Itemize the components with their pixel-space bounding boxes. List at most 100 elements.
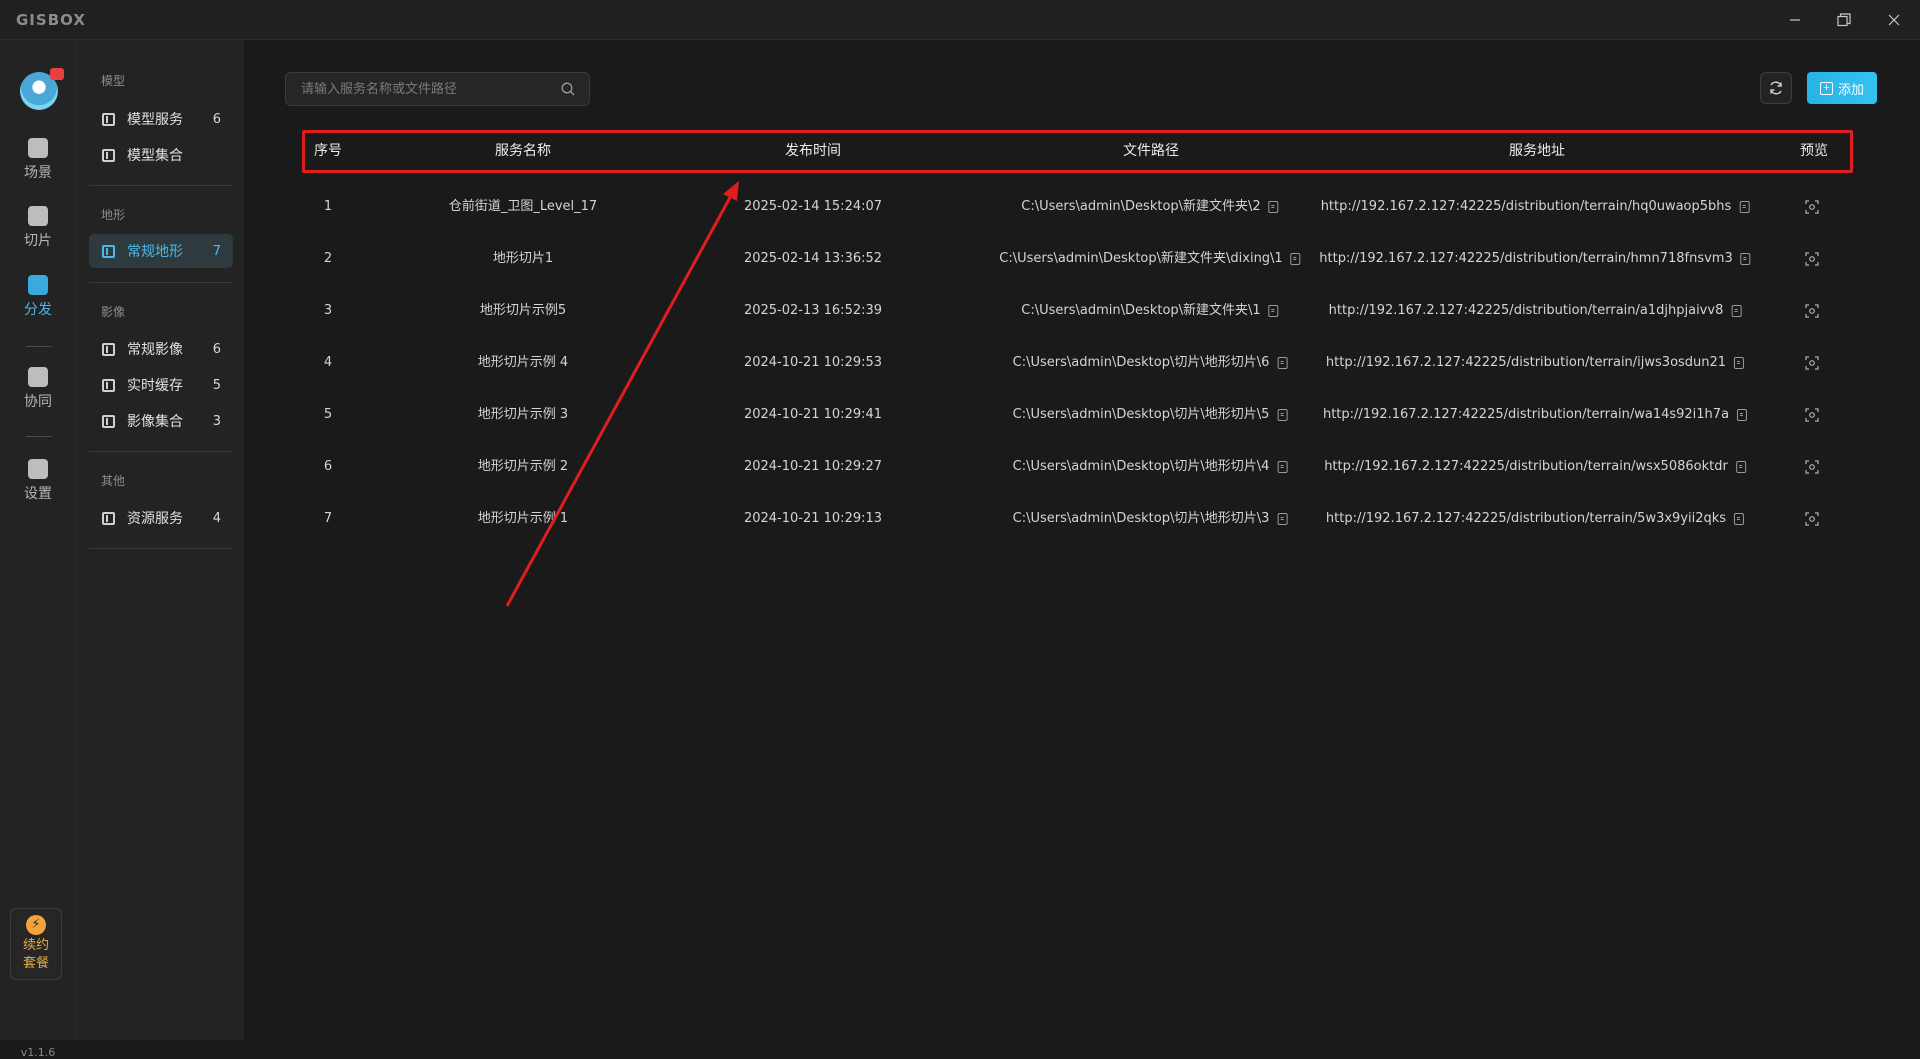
- renew-label-line1: 续约: [22, 938, 49, 953]
- cell-preview: [1805, 181, 1819, 233]
- distribute-icon: [28, 275, 48, 295]
- close-icon: [1888, 14, 1900, 26]
- model-collection-icon: [102, 148, 115, 162]
- url-text: http://192.167.2.127:42225/distribution/…: [1322, 407, 1730, 422]
- sidebar-item-model-service[interactable]: 模型服务 6: [89, 102, 233, 136]
- add-service-button[interactable]: + 添加: [1807, 72, 1877, 104]
- rail-item-label: 分发: [24, 302, 52, 318]
- cell-path: C:\Users\admin\Desktop\切片\地形切片\6: [1013, 337, 1288, 389]
- table-row: 2 地形切片1 2025-02-14 13:36:52 C:\Users\adm…: [302, 233, 1853, 285]
- refresh-icon: [1770, 81, 1782, 95]
- preview-icon[interactable]: [1805, 512, 1819, 526]
- copy-url-icon[interactable]: [1735, 461, 1746, 473]
- close-button[interactable]: [1876, 5, 1912, 35]
- preview-icon[interactable]: [1805, 460, 1819, 474]
- copy-url-icon[interactable]: [1737, 409, 1748, 421]
- rail-item-label: 场景: [24, 165, 52, 181]
- group-title-terrain: 地形: [101, 208, 126, 222]
- group-divider: [89, 185, 233, 186]
- preview-icon[interactable]: [1805, 252, 1819, 266]
- group-divider: [89, 548, 233, 549]
- preview-icon[interactable]: [1805, 408, 1819, 422]
- renew-label-line2: 套餐: [22, 956, 49, 971]
- path-text: C:\Users\admin\Desktop\新建文件夹\1: [1021, 303, 1261, 318]
- preview-icon[interactable]: [1805, 356, 1819, 370]
- column-header-url[interactable]: 服务地址: [1509, 133, 1565, 170]
- column-header-time[interactable]: 发布时间: [785, 133, 841, 170]
- cell-name: 地形切片示例 4: [477, 355, 569, 370]
- cell-preview: [1805, 233, 1819, 285]
- minimize-button[interactable]: [1777, 5, 1813, 35]
- copy-url-icon[interactable]: [1734, 513, 1745, 525]
- preview-icon[interactable]: [1805, 304, 1819, 318]
- cell-time: 2024-10-21 10:29:41: [743, 407, 883, 422]
- copy-path-icon[interactable]: [1290, 253, 1301, 265]
- copy-path-icon[interactable]: [1268, 305, 1279, 317]
- preview-icon[interactable]: [1805, 200, 1819, 214]
- rail-item-distribute[interactable]: 分发: [0, 269, 76, 325]
- cell-path: C:\Users\admin\Desktop\新建文件夹\1: [1021, 285, 1279, 337]
- path-text: C:\Users\admin\Desktop\切片\地形切片\6: [1012, 355, 1270, 370]
- sidebar-item-imagery-cache[interactable]: 实时缓存 5: [89, 368, 233, 402]
- copy-url-icon[interactable]: [1734, 357, 1745, 369]
- item-count: 4: [212, 510, 221, 526]
- copy-path-icon[interactable]: [1277, 461, 1288, 473]
- rail-item-label: 协同: [24, 394, 52, 410]
- copy-path-icon[interactable]: [1268, 201, 1279, 213]
- settings-icon: [28, 459, 48, 479]
- cell-name: 仓前街道_卫图_Level_17: [448, 199, 598, 214]
- cell-path: C:\Users\admin\Desktop\新建文件夹\2: [1021, 181, 1279, 233]
- cell-url: http://192.167.2.127:42225/distribution/…: [1322, 389, 1748, 441]
- cell-url: http://192.167.2.127:42225/distribution/…: [1321, 181, 1750, 233]
- cache-icon: [102, 378, 115, 392]
- cell-preview: [1805, 285, 1819, 337]
- rail-item-tile[interactable]: 切片: [0, 200, 76, 256]
- item-count: 5: [212, 377, 221, 393]
- group-divider: [89, 282, 233, 283]
- rail-item-settings[interactable]: 设置: [0, 453, 76, 509]
- sidebar-item-label: 影像集合: [127, 414, 183, 430]
- column-header-path[interactable]: 文件路径: [1123, 133, 1179, 170]
- search-input[interactable]: [286, 73, 536, 105]
- cell-url: http://192.167.2.127:42225/distribution/…: [1319, 233, 1751, 285]
- rail-item-scene[interactable]: 场景: [0, 132, 76, 188]
- sidebar-item-imagery-collection[interactable]: 影像集合 3: [89, 404, 233, 438]
- collab-icon: [28, 367, 48, 387]
- rail-item-collab[interactable]: 协同: [0, 361, 76, 417]
- copy-path-icon[interactable]: [1277, 409, 1288, 421]
- cell-url: http://192.167.2.127:42225/distribution/…: [1324, 441, 1746, 493]
- renew-plan-button[interactable]: ⚡ 续约 套餐: [10, 908, 62, 980]
- sidebar-item-resource-service[interactable]: 资源服务 4: [89, 501, 233, 535]
- copy-url-icon[interactable]: [1731, 305, 1742, 317]
- url-text: http://192.167.2.127:42225/distribution/…: [1324, 459, 1728, 474]
- column-header-preview[interactable]: 预览: [1800, 133, 1828, 170]
- item-count: 7: [212, 243, 221, 259]
- url-text: http://192.167.2.127:42225/distribution/…: [1325, 511, 1727, 526]
- url-text: http://192.167.2.127:42225/distribution/…: [1328, 303, 1724, 318]
- copy-path-icon[interactable]: [1277, 357, 1288, 369]
- search-icon[interactable]: [561, 82, 575, 96]
- restore-button[interactable]: [1826, 5, 1862, 35]
- cell-name: 地形切片1: [492, 251, 554, 266]
- cell-name: 地形切片示例5: [479, 303, 567, 318]
- scene-icon: [28, 138, 48, 158]
- sidebar-item-label: 常规地形: [127, 244, 183, 260]
- left-nav-rail: 场景 切片 分发 协同 设置 ⚡ 续约 套餐 v1.1.6: [0, 40, 76, 1059]
- cell-path: C:\Users\admin\Desktop\新建文件夹\dixing\1: [999, 233, 1301, 285]
- copy-url-icon[interactable]: [1740, 253, 1751, 265]
- sidebar-item-model-collection[interactable]: 模型集合: [89, 138, 233, 172]
- url-text: http://192.167.2.127:42225/distribution/…: [1320, 199, 1732, 214]
- table-row: 1 仓前街道_卫图_Level_17 2025-02-14 15:24:07 C…: [302, 181, 1853, 233]
- refresh-button[interactable]: [1760, 72, 1792, 104]
- terrain-icon: [102, 244, 115, 258]
- sidebar-item-terrain-regular[interactable]: 常规地形 7: [89, 234, 233, 268]
- copy-url-icon[interactable]: [1739, 201, 1750, 213]
- user-avatar[interactable]: [20, 68, 64, 110]
- table-row: 6 地形切片示例 2 2024-10-21 10:29:27 C:\Users\…: [302, 441, 1853, 493]
- column-header-index[interactable]: 序号: [314, 133, 342, 170]
- column-header-name[interactable]: 服务名称: [495, 133, 551, 170]
- copy-path-icon[interactable]: [1277, 513, 1288, 525]
- sidebar-item-imagery-regular[interactable]: 常规影像 6: [89, 332, 233, 366]
- item-count: 6: [212, 111, 221, 127]
- table-row: 5 地形切片示例 3 2024-10-21 10:29:41 C:\Users\…: [302, 389, 1853, 441]
